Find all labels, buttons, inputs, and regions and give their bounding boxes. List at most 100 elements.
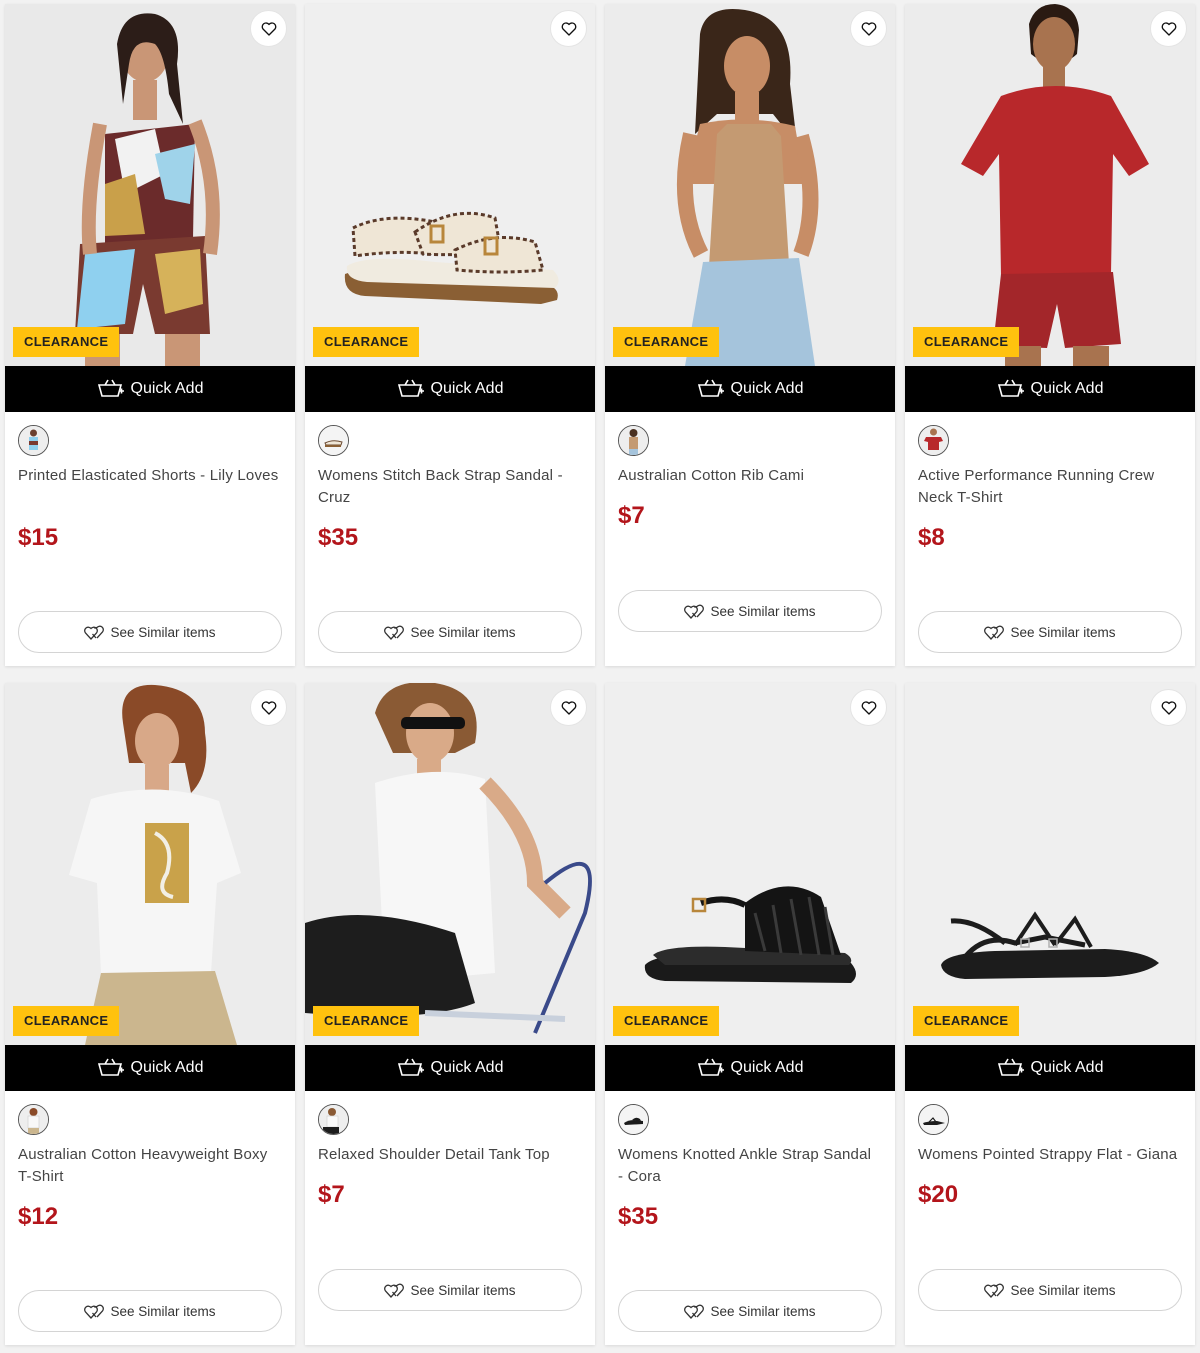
hearts-icon [384, 1283, 405, 1298]
quick-add-button[interactable]: Quick Add [905, 366, 1195, 412]
swatch-thumbnail [319, 1105, 348, 1134]
wishlist-button[interactable] [1150, 689, 1187, 726]
swatch-thumbnail [619, 1105, 648, 1134]
quick-add-button[interactable]: Quick Add [605, 1045, 895, 1091]
product-price: $20 [918, 1181, 959, 1208]
wishlist-button[interactable] [250, 689, 287, 726]
quick-add-button[interactable]: Quick Add [5, 1045, 295, 1091]
see-similar-button[interactable]: See Similar items [918, 611, 1182, 653]
color-swatch[interactable] [318, 425, 349, 456]
wishlist-button[interactable] [550, 689, 587, 726]
quick-add-label: Quick Add [1030, 380, 1104, 397]
see-similar-label: See Similar items [410, 624, 516, 640]
product-name[interactable]: Womens Pointed Strappy Flat - Giana [918, 1144, 1180, 1166]
product-photo [5, 683, 295, 1045]
product-photo [905, 4, 1195, 366]
see-similar-label: See Similar items [1010, 624, 1116, 640]
see-similar-button[interactable]: See Similar items [318, 611, 582, 653]
product-price: $35 [318, 524, 359, 551]
quick-add-button[interactable]: Quick Add [5, 366, 295, 412]
product-card[interactable]: CLEARANCE Quick Add Active Performance R… [905, 4, 1195, 666]
color-swatch[interactable] [18, 1104, 49, 1135]
product-image[interactable]: CLEARANCE [305, 4, 595, 366]
clearance-badge: CLEARANCE [913, 1006, 1020, 1036]
wishlist-button[interactable] [1150, 10, 1187, 47]
see-similar-button[interactable]: See Similar items [918, 1269, 1182, 1311]
see-similar-button[interactable]: See Similar items [618, 590, 882, 632]
basket-icon [97, 379, 124, 397]
heart-icon [261, 700, 276, 715]
color-swatch[interactable] [618, 1104, 649, 1135]
clearance-badge: CLEARANCE [313, 327, 420, 357]
basket-icon [997, 379, 1024, 397]
heart-icon [1161, 700, 1176, 715]
product-card[interactable]: CLEARANCE Quick Add Australian Cotton Ri… [605, 4, 895, 666]
wishlist-button[interactable] [550, 10, 587, 47]
see-similar-button[interactable]: See Similar items [618, 1290, 882, 1332]
wishlist-button[interactable] [850, 689, 887, 726]
product-image[interactable]: CLEARANCE [605, 683, 895, 1045]
see-similar-label: See Similar items [710, 1303, 816, 1319]
product-image[interactable]: CLEARANCE [5, 4, 295, 366]
color-swatch[interactable] [918, 1104, 949, 1135]
see-similar-button[interactable]: See Similar items [318, 1269, 582, 1311]
product-price: $15 [18, 524, 59, 551]
product-card[interactable]: CLEARANCE Quick Add Womens Stitch Back S… [305, 4, 595, 666]
quick-add-button[interactable]: Quick Add [305, 366, 595, 412]
color-swatch[interactable] [618, 425, 649, 456]
product-photo [305, 4, 595, 366]
swatch-thumbnail [919, 426, 948, 455]
product-price: $8 [918, 524, 945, 551]
heart-icon [1161, 21, 1176, 36]
product-price: $35 [618, 1203, 659, 1230]
hearts-icon [84, 625, 105, 640]
product-name[interactable]: Australian Cotton Heavyweight Boxy T-Shi… [18, 1144, 280, 1187]
quick-add-label: Quick Add [1030, 1059, 1104, 1076]
product-card[interactable]: CLEARANCE Quick Add Womens Pointed Strap… [905, 683, 1195, 1345]
product-card[interactable]: CLEARANCE Quick Add Printed Elasticated … [5, 4, 295, 666]
product-name[interactable]: Active Performance Running Crew Neck T-S… [918, 465, 1180, 508]
product-name[interactable]: Womens Stitch Back Strap Sandal - Cruz [318, 465, 580, 508]
product-name[interactable]: Australian Cotton Rib Cami [618, 465, 880, 487]
see-similar-label: See Similar items [410, 1282, 516, 1298]
quick-add-button[interactable]: Quick Add [905, 1045, 1195, 1091]
swatch-thumbnail [19, 426, 48, 455]
product-image[interactable]: CLEARANCE [605, 4, 895, 366]
product-card[interactable]: CLEARANCE Quick Add Womens Knotted Ankle… [605, 683, 895, 1345]
hearts-icon [684, 604, 705, 619]
product-photo [905, 683, 1195, 1045]
quick-add-button[interactable]: Quick Add [305, 1045, 595, 1091]
product-name[interactable]: Relaxed Shoulder Detail Tank Top [318, 1144, 580, 1166]
product-image[interactable]: CLEARANCE [5, 683, 295, 1045]
wishlist-button[interactable] [250, 10, 287, 47]
see-similar-label: See Similar items [1010, 1282, 1116, 1298]
basket-icon [397, 379, 424, 397]
clearance-badge: CLEARANCE [913, 327, 1020, 357]
swatch-thumbnail [919, 1105, 948, 1134]
product-name[interactable]: Printed Elasticated Shorts - Lily Loves [18, 465, 280, 487]
clearance-badge: CLEARANCE [613, 327, 720, 357]
product-image[interactable]: CLEARANCE [905, 4, 1195, 366]
product-image[interactable]: CLEARANCE [905, 683, 1195, 1045]
hearts-icon [984, 1283, 1005, 1298]
heart-icon [861, 21, 876, 36]
quick-add-label: Quick Add [430, 1059, 504, 1076]
color-swatch[interactable] [918, 425, 949, 456]
product-card[interactable]: CLEARANCE Quick Add Relaxed Shoulder Det… [305, 683, 595, 1345]
see-similar-label: See Similar items [110, 624, 216, 640]
see-similar-button[interactable]: See Similar items [18, 611, 282, 653]
quick-add-button[interactable]: Quick Add [605, 366, 895, 412]
color-swatch[interactable] [18, 425, 49, 456]
heart-icon [861, 700, 876, 715]
clearance-badge: CLEARANCE [613, 1006, 720, 1036]
color-swatch[interactable] [318, 1104, 349, 1135]
basket-icon [697, 1058, 724, 1076]
basket-icon [997, 1058, 1024, 1076]
product-name[interactable]: Womens Knotted Ankle Strap Sandal - Cora [618, 1144, 880, 1187]
product-card[interactable]: CLEARANCE Quick Add Australian Cotton He… [5, 683, 295, 1345]
product-image[interactable]: CLEARANCE [305, 683, 595, 1045]
product-price: $7 [318, 1181, 345, 1208]
wishlist-button[interactable] [850, 10, 887, 47]
product-price: $7 [618, 502, 645, 529]
see-similar-button[interactable]: See Similar items [18, 1290, 282, 1332]
